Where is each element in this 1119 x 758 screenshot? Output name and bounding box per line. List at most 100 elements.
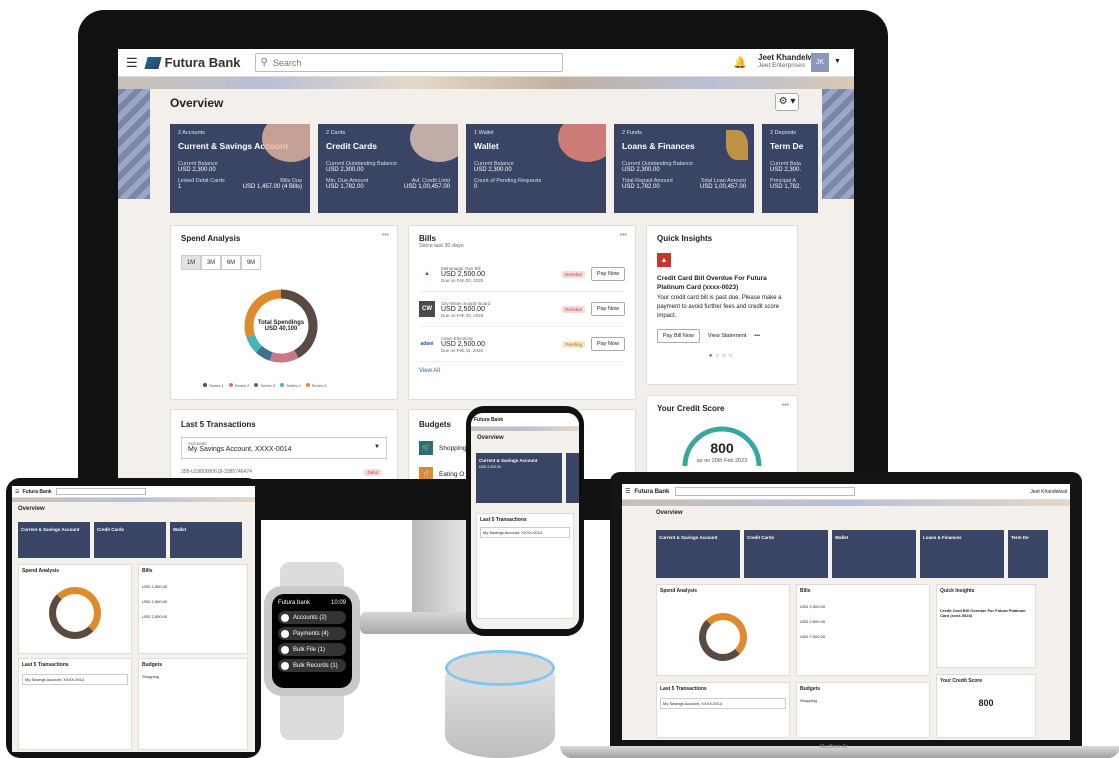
card-title: Loans & Finances <box>923 535 962 540</box>
select-value[interactable]: My Savings Account, XXXX-0014 <box>22 674 128 685</box>
card-label: Principal A <box>770 178 796 184</box>
account-card[interactable]: Credit Cards <box>744 530 828 578</box>
search-input[interactable] <box>55 488 146 495</box>
transactions-panel: Last 5 Transactions My Savings Account, … <box>476 513 574 619</box>
gas-icon: ▲ <box>424 271 430 277</box>
search-placeholder: Search <box>272 57 302 68</box>
select-value[interactable]: My Savings Account, XXXX-0014 <box>660 698 786 709</box>
select-value[interactable]: My Savings Account, XXXX-0014 <box>480 527 570 538</box>
bills-subtitle: Since last 30 days <box>419 243 464 249</box>
left-decoration <box>118 89 150 199</box>
budgets-panel: Budgets Shopping <box>796 682 930 738</box>
menu-icon[interactable]: ☰ <box>625 488 630 495</box>
watch-menu-item[interactable]: Accounts (2) <box>278 611 346 624</box>
legend-item: Series 1 <box>203 383 224 388</box>
range-tab[interactable]: 3M <box>201 255 221 270</box>
card-title: Wallet <box>835 535 849 540</box>
card-count: 2 Deposits <box>770 130 796 136</box>
water-icon: CW <box>419 301 435 317</box>
insights-title: Quick Insights <box>940 588 975 594</box>
more-icon[interactable]: ••• <box>382 232 389 239</box>
notification-bell-icon[interactable]: 🔔 <box>733 56 747 69</box>
more-icon[interactable]: ••• <box>782 402 789 409</box>
page-title: Overview <box>170 96 224 110</box>
credit-title: Your Credit Score <box>657 404 725 413</box>
pay-now-button[interactable]: Pay Now <box>590 337 625 351</box>
carousel-pager[interactable]: ●○○○ <box>657 353 787 359</box>
donut-center: Total Spendings USD 40,100 <box>241 286 321 366</box>
select-value: My Savings Account, XXXX-0014 <box>188 446 292 453</box>
account-card[interactable]: Wallet <box>832 530 916 578</box>
account-card[interactable]: Wallet <box>170 522 242 558</box>
account-card-term-deposits[interactable]: 2 Deposits Term De Current Bala USD 2,30… <box>762 124 818 213</box>
budgets-title: Budgets <box>142 662 162 668</box>
account-select[interactable]: Accounts My Savings Account, XXXX-0014 ▼ <box>181 437 387 459</box>
card-label: Total Loan Amount <box>700 178 746 184</box>
spend-title: Spend Analysis <box>181 234 241 243</box>
more-icon[interactable]: ••• <box>620 232 627 239</box>
pay-now-button[interactable]: Pay Now <box>590 267 625 281</box>
range-tab[interactable]: 1M <box>181 255 201 270</box>
budgets-title: Budgets <box>800 686 820 692</box>
account-card-credit-cards[interactable]: 2 Cards Credit Cards Current Outstanding… <box>318 124 458 213</box>
bill-due: Due on Feb 20, 2025 <box>441 312 484 318</box>
account-card[interactable]: Current & Savings Account <box>656 530 740 578</box>
account-card-wallet[interactable]: 1 Wallet Wallet Current Balance USD 2,30… <box>466 124 606 213</box>
account-card[interactable]: Loans & Finances <box>920 530 1004 578</box>
insights-title: Quick Insights <box>657 234 713 243</box>
file-icon <box>281 645 289 654</box>
more-icon[interactable]: ••• <box>754 333 760 339</box>
user-name[interactable]: Jeet Khandelwal <box>1030 489 1067 495</box>
card-count: 2 Accounts <box>178 130 205 136</box>
pay-now-button[interactable]: Pay Now <box>590 302 625 316</box>
insight-actions: Pay Bill Now View Statement ••• <box>657 329 787 343</box>
watch-item-label: Bulk File (1) <box>293 646 326 653</box>
range-tab[interactable]: 6M <box>221 255 241 270</box>
watch-screen: Futura bank 10:09 Accounts (2) Payments … <box>272 594 352 688</box>
account-card-current-savings[interactable]: 2 Accounts Current & Savings Account Cur… <box>170 124 310 213</box>
account-card[interactable] <box>566 453 579 503</box>
chevron-down-icon[interactable]: ▼ <box>834 58 841 65</box>
watch-band <box>280 690 344 740</box>
transactions-panel: Last 5 Transactions Accounts My Savings … <box>170 409 398 479</box>
avatar[interactable]: JK <box>811 53 829 72</box>
watch-menu-item[interactable]: Bulk File (1) <box>278 643 346 656</box>
search-icon: ⚲ <box>260 57 268 68</box>
card-title: Current & Savings Account <box>659 535 718 540</box>
bill-amount: USD 2,500.00 <box>142 599 168 604</box>
menu-icon[interactable]: ☰ <box>15 489 19 495</box>
budget-name: Eating O <box>439 470 465 478</box>
card-value: USD 2,300.00 <box>622 167 660 173</box>
gear-icon[interactable]: ⚙ ▾ <box>775 93 799 111</box>
bill-row: ▲ Mahanagar Gas Bill USD 2,500.00 Due on… <box>419 257 625 292</box>
view-statement-button[interactable]: View Statement <box>708 333 746 339</box>
account-card[interactable]: Credit Cards <box>94 522 166 558</box>
menu-icon[interactable]: ☰ <box>126 55 138 71</box>
spend-analysis-panel: Spend Analysis ••• 1M 3M 6M 9M Total Spe… <box>170 225 398 400</box>
watch-menu-item[interactable]: Payments (4) <box>278 627 346 640</box>
card-value: USD 1,457.00 (4 Bills) <box>242 184 302 190</box>
card-label: Min. Due Amount <box>326 178 369 184</box>
brand-name: Futura Bank <box>474 416 504 423</box>
account-card[interactable]: Current & Savings Account USD 2,300.00 <box>476 453 562 503</box>
card-value: USD 1,782. <box>770 184 802 190</box>
range-tab[interactable]: 9M <box>241 255 261 270</box>
insight-body: Your credit card bill is past due. Pleas… <box>657 295 782 319</box>
view-all-link[interactable]: View All <box>419 368 625 374</box>
legend-item: Series 5 <box>305 383 326 388</box>
watch-menu-item[interactable]: Bulk Records (1) <box>278 659 346 672</box>
account-card[interactable]: Current & Savings Account <box>18 522 90 558</box>
page-title: Overview <box>18 506 45 512</box>
search-input[interactable]: ⚲ Search <box>254 53 563 72</box>
search-input[interactable] <box>675 487 856 496</box>
card-title: Current & Savings Account <box>479 458 538 463</box>
insight-headline: Credit Card Bill Overdue For Futura Plat… <box>657 275 767 291</box>
card-value: USD 1,00,457.00 <box>699 184 746 190</box>
account-card-loans[interactable]: 2 Funds Loans & Finances Current Outstan… <box>614 124 754 213</box>
account-card[interactable]: Term De <box>1008 530 1048 578</box>
pay-bill-now-button[interactable]: Pay Bill Now <box>657 329 700 343</box>
spend-title: Spend Analysis <box>22 568 60 574</box>
bill-amount: USD 2,500.00 <box>441 340 485 348</box>
electricity-icon: adani <box>420 341 434 347</box>
card-label: Current Balance <box>474 161 514 167</box>
